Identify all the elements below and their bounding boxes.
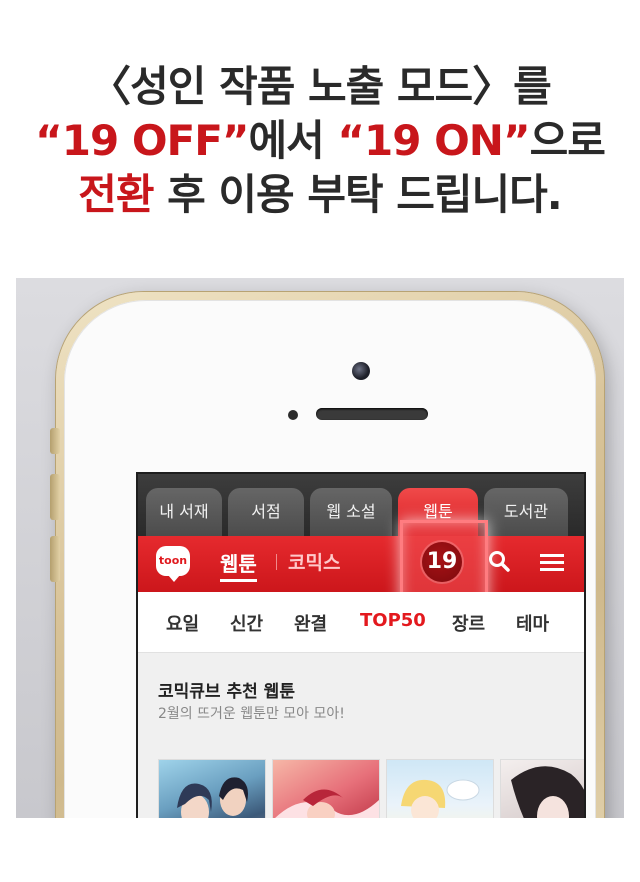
tab-library[interactable]: 도서관 xyxy=(484,488,568,536)
sensor-dot xyxy=(288,410,298,420)
comic-thumbnail[interactable] xyxy=(158,759,266,818)
nav-comics[interactable]: 코믹스 xyxy=(288,548,340,575)
headline-19-off: “19 OFF” xyxy=(35,116,249,165)
section-subtitle: 2월의 뜨거운 웹툰만 모아 모아! xyxy=(158,706,345,722)
tab-my-library[interactable]: 내 서재 xyxy=(146,488,222,536)
headline: 〈성인 작품 노출 모드〉를 “19 OFF”에서 “19 ON”으로 전환 후… xyxy=(0,60,640,222)
subnav-top50[interactable]: TOP50 xyxy=(360,610,426,631)
volume-up-button xyxy=(50,474,60,520)
headline-line-3: 전환 후 이용 부탁 드립니다. xyxy=(0,168,640,222)
mute-switch xyxy=(50,428,60,454)
headline-rest: 후 이용 부탁 드립니다. xyxy=(153,170,563,219)
subnav-new[interactable]: 신간 xyxy=(230,610,263,636)
nav-webtoon[interactable]: 웹툰 xyxy=(220,548,257,582)
search-icon[interactable] xyxy=(488,550,510,572)
headline-19-on: “19 ON” xyxy=(337,116,530,165)
app-header: toon 웹툰 코믹스 xyxy=(138,536,584,592)
comic-thumbnail[interactable] xyxy=(386,759,494,818)
subnav-theme[interactable]: 테마 xyxy=(516,610,549,636)
adult-mode-toggle[interactable]: 19 xyxy=(422,542,462,582)
subnav-complete[interactable]: 완결 xyxy=(294,610,327,636)
phone-illustration: 내 서재 서점 웹 소설 웹툰 도서관 toon 웹툰 코믹스 19 요일 신간… xyxy=(16,278,624,818)
comic-thumbnail[interactable] xyxy=(272,759,380,818)
section-title: 코믹큐브 추천 웹툰 xyxy=(158,682,295,702)
tab-web-novel[interactable]: 웹 소설 xyxy=(310,488,392,536)
phone-body: 내 서재 서점 웹 소설 웹툰 도서관 toon 웹툰 코믹스 19 요일 신간… xyxy=(50,292,604,818)
headline-line-1: 〈성인 작품 노출 모드〉를 xyxy=(89,62,552,111)
top-tab-bar: 내 서재 서점 웹 소설 웹툰 도서관 xyxy=(138,474,584,536)
subnav-genre[interactable]: 장르 xyxy=(452,610,485,636)
sub-navigation: 요일 신간 완결 TOP50 장르 테마 xyxy=(138,592,584,653)
headline-end: 으로 xyxy=(529,116,606,165)
app-screen: 내 서재 서점 웹 소설 웹툰 도서관 toon 웹툰 코믹스 19 요일 신간… xyxy=(136,472,586,818)
volume-down-button xyxy=(50,536,60,582)
comic-thumbnail[interactable] xyxy=(500,759,584,818)
earpiece-speaker xyxy=(316,408,428,420)
subnav-day[interactable]: 요일 xyxy=(166,610,199,636)
toon-logo[interactable]: toon xyxy=(156,546,190,582)
nav-divider xyxy=(276,554,277,570)
headline-line-2: “19 OFF”에서 “19 ON”으로 xyxy=(0,114,640,168)
front-camera xyxy=(352,362,370,380)
menu-icon[interactable] xyxy=(540,554,564,572)
headline-switch: 전환 xyxy=(78,170,154,219)
tab-bookstore[interactable]: 서점 xyxy=(228,488,304,536)
headline-mid: 에서 xyxy=(248,116,338,165)
recommended-section: 코믹큐브 추천 웹툰 2월의 뜨거운 웹툰만 모아 모아! xyxy=(138,653,584,818)
